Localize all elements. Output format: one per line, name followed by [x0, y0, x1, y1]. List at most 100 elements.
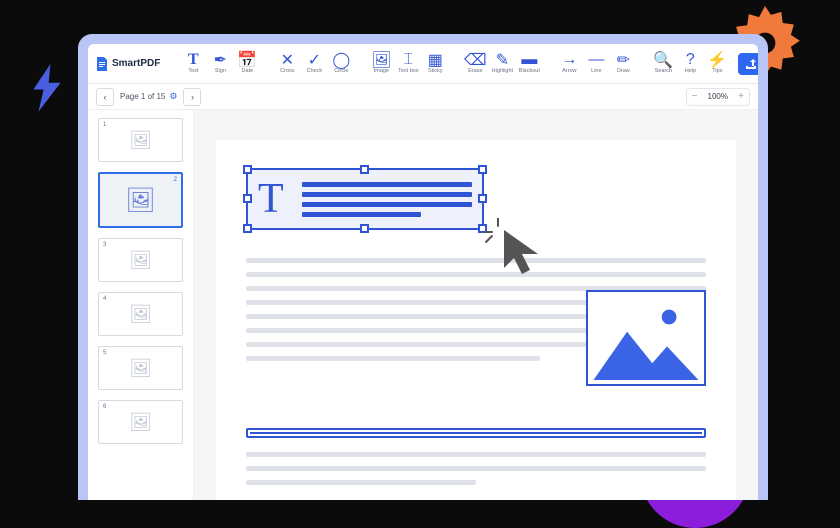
main-toolbar: SmartPDF T Text ✒Sign 📅 Date ✕Cross ✓Check…	[88, 44, 758, 84]
thumbnail-number: 5	[103, 350, 106, 356]
tool-label: Image	[374, 69, 389, 75]
workspace: 1🖼 2🖼 3🖼 4🖼 5🖼 6🖼 T	[88, 110, 758, 500]
thumbnail-2[interactable]: 2🖼	[98, 172, 183, 228]
share-button[interactable]: Share	[738, 53, 758, 75]
tool-label: Erase	[468, 69, 482, 75]
thumbnail-placeholder-icon: 🖼	[129, 412, 152, 433]
decorative-bolt-icon	[30, 64, 64, 110]
document-page[interactable]: T	[216, 140, 736, 500]
image-placeholder-icon	[592, 296, 700, 380]
brand-logo-icon	[96, 57, 108, 71]
thumbnail-1[interactable]: 1🖼	[98, 118, 183, 162]
tool-draw[interactable]: ✏ Draw	[610, 47, 636, 81]
tool-label: Date	[242, 69, 254, 75]
tool-label: Cross	[280, 69, 294, 75]
brand-name: SmartPDF	[112, 58, 160, 69]
help-icon: ?	[683, 53, 697, 67]
resize-handle-tm[interactable]	[360, 165, 369, 174]
prev-page-button[interactable]: ‹	[96, 88, 114, 106]
sign-icon: ✒	[213, 53, 227, 67]
canvas-area[interactable]: T	[194, 110, 758, 500]
tool-arrow[interactable]: → Arrow	[556, 47, 582, 81]
thumbnail-number: 6	[103, 404, 106, 410]
tool-label: Tips	[712, 69, 722, 75]
zoom-in-button[interactable]: +	[733, 91, 749, 102]
tool-cross[interactable]: ✕Cross	[274, 47, 300, 81]
highlight-icon: ✎	[495, 53, 509, 67]
zoom-out-button[interactable]: −	[687, 91, 703, 102]
line-icon: ―	[589, 53, 603, 67]
page-indicator-text: Page 1 of 15	[120, 92, 165, 101]
body-text-placeholder-2	[246, 452, 706, 485]
thumbnail-placeholder-icon: 🖼	[129, 358, 152, 379]
draw-icon: ✏	[616, 53, 630, 67]
action-buttons: Share Download pdf	[738, 53, 758, 75]
selected-image-element[interactable]	[586, 290, 706, 386]
text-lines-preview	[302, 182, 472, 217]
resize-handle-tl[interactable]	[243, 165, 252, 174]
thumbnail-6[interactable]: 6🖼	[98, 400, 183, 444]
tool-circle[interactable]: ◯ Circle	[328, 47, 354, 81]
page-bar: ‹ Page 1 of 15 ⚙ › − 100% +	[88, 84, 758, 110]
page-indicator: Page 1 of 15 ⚙	[120, 91, 177, 102]
thumbnail-5[interactable]: 5🖼	[98, 346, 183, 390]
tool-label: Help	[685, 69, 696, 75]
resize-handle-bl[interactable]	[243, 224, 252, 233]
thumbnail-panel: 1🖼 2🖼 3🖼 4🖼 5🖼 6🖼	[88, 110, 194, 500]
dropcap-icon: T	[258, 178, 292, 220]
arrow-icon: →	[562, 53, 576, 67]
tool-search[interactable]: 🔍Search	[650, 47, 676, 81]
tool-group-shapes: → Arrow ― Line ✏ Draw	[556, 47, 636, 81]
tool-help[interactable]: ? Help	[677, 47, 703, 81]
thumbnail-placeholder-icon: 🖼	[129, 250, 152, 271]
selected-text-element[interactable]: T	[246, 168, 484, 230]
tool-sign[interactable]: ✒Sign	[207, 47, 233, 81]
next-page-button[interactable]: ›	[183, 88, 201, 106]
mouse-cursor-icon	[500, 228, 548, 276]
brand: SmartPDF	[96, 57, 166, 71]
tips-icon: ⚡	[710, 53, 724, 67]
tool-label: Sticky	[428, 69, 443, 75]
thumbnail-number: 4	[103, 296, 106, 302]
tool-label: Circle	[334, 69, 348, 75]
textbox-icon: ⌶	[401, 53, 415, 67]
thumbnail-4[interactable]: 4🖼	[98, 292, 183, 336]
tool-textbox[interactable]: ⌶Text box	[395, 47, 421, 81]
tool-blackout[interactable]: ▬Blackout	[516, 47, 542, 81]
thumbnail-3[interactable]: 3🖼	[98, 238, 183, 282]
tool-line[interactable]: ― Line	[583, 47, 609, 81]
tool-group-edit: T Text ✒Sign 📅 Date	[180, 47, 260, 81]
tool-sticky[interactable]: ▦ Sticky	[422, 47, 448, 81]
date-icon: 📅	[240, 53, 254, 67]
page-settings-icon[interactable]: ⚙	[169, 91, 177, 102]
tool-date[interactable]: 📅 Date	[234, 47, 260, 81]
thumbnail-placeholder-icon: 🖼	[129, 130, 152, 151]
tool-group-utility: 🔍Search ? Help ⚡ Tips	[650, 47, 730, 81]
sticky-icon: ▦	[428, 53, 442, 67]
tool-label: Highlight	[492, 69, 513, 75]
selected-divider-element[interactable]	[246, 428, 706, 438]
text-icon: T	[186, 53, 200, 67]
tool-label: Arrow	[562, 69, 576, 75]
tool-check[interactable]: ✓Check	[301, 47, 327, 81]
tool-label: Draw	[617, 69, 630, 75]
resize-handle-bm[interactable]	[360, 224, 369, 233]
app-window: SmartPDF T Text ✒Sign 📅 Date ✕Cross ✓Check…	[88, 44, 758, 500]
tool-erase[interactable]: ⌫Erase	[462, 47, 488, 81]
tool-label: Line	[591, 69, 601, 75]
search-icon: 🔍	[656, 53, 670, 67]
tool-highlight[interactable]: ✎ Highlight	[489, 47, 515, 81]
tool-group-marks: ✕Cross ✓Check ◯ Circle	[274, 47, 354, 81]
tool-text[interactable]: T Text	[180, 47, 206, 81]
tool-group-annotate: ⌫Erase ✎ Highlight ▬Blackout	[462, 47, 542, 81]
tool-label: Text	[188, 69, 198, 75]
tool-tips[interactable]: ⚡ Tips	[704, 47, 730, 81]
resize-handle-tr[interactable]	[478, 165, 487, 174]
circle-icon: ◯	[334, 53, 348, 67]
resize-handle-mr[interactable]	[478, 194, 487, 203]
share-icon	[746, 59, 756, 69]
tool-image[interactable]: 🖼Image	[368, 47, 394, 81]
resize-handle-ml[interactable]	[243, 194, 252, 203]
tool-group-insert: 🖼Image ⌶Text box ▦ Sticky	[368, 47, 448, 81]
zoom-value: 100%	[703, 92, 733, 101]
